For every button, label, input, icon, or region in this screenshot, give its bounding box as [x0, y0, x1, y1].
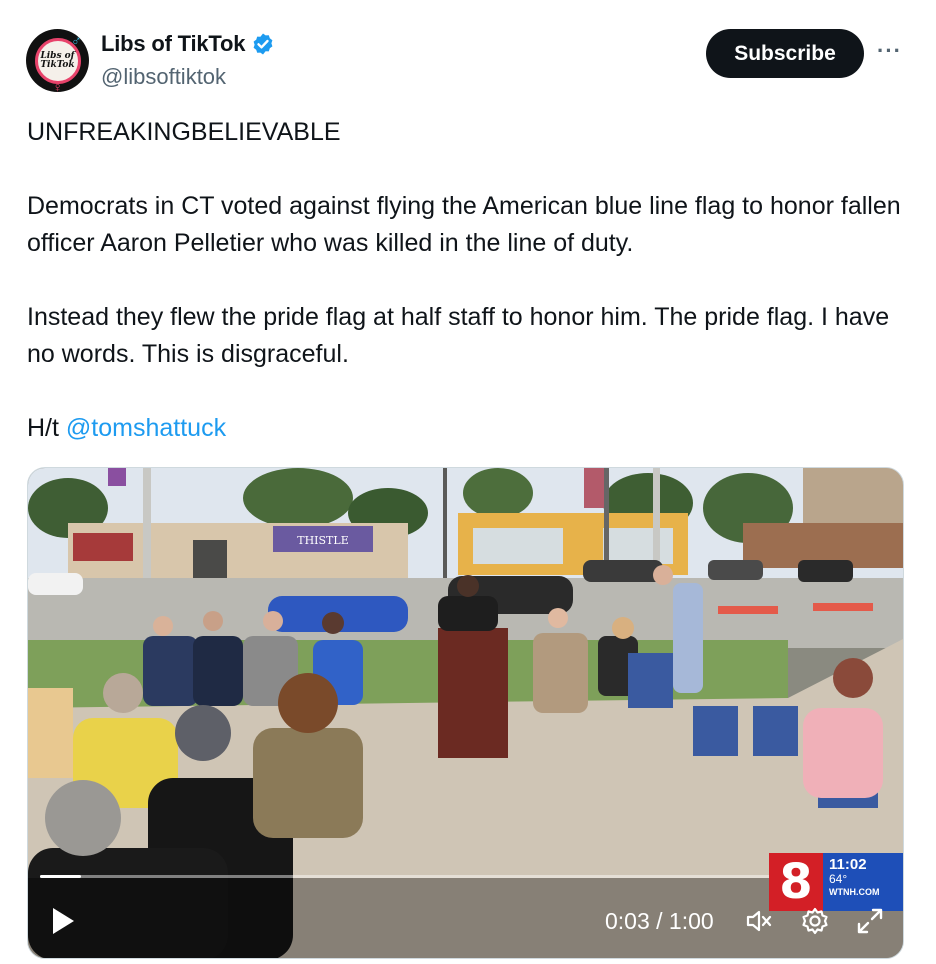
station-bug: 11:02 64° WTNH.COM — [823, 853, 903, 911]
tweet-hat-tip: H/t @tomshattuck — [27, 410, 917, 447]
station-temperature: 64° — [829, 872, 848, 886]
male-symbol-icon: ♂ — [71, 31, 82, 48]
author-display-name[interactable]: Libs of TikTok — [101, 31, 245, 57]
subscribe-button[interactable]: Subscribe — [706, 29, 864, 78]
video-progress-track[interactable] — [40, 875, 864, 878]
tweet-headline: UNFREAKINGBELIEVABLE — [27, 118, 341, 146]
author-name-row[interactable]: Libs of TikTok — [101, 31, 275, 57]
female-symbol-icon: ♀ — [52, 78, 64, 95]
gear-icon[interactable] — [800, 906, 830, 936]
station-website: WTNH.COM — [829, 887, 880, 897]
tweet-paragraph-2: Instead they flew the pride flag at half… — [27, 303, 890, 368]
avatar[interactable]: ♂ Libs of TikTok ♀ — [26, 29, 89, 95]
tweet-paragraph-1: Democrats in CT voted against flying the… — [27, 192, 901, 257]
avatar-text: Libs of TikTok — [40, 50, 75, 70]
station-logo-number: 8 — [769, 853, 823, 911]
more-options-icon[interactable]: ··· — [877, 38, 902, 64]
video-time-display: 0:03 / 1:00 — [605, 908, 714, 934]
avatar-logo: ♂ Libs of TikTok ♀ — [34, 32, 82, 95]
hat-tip-prefix: H/t — [27, 414, 66, 442]
station-time: 11:02 — [829, 856, 867, 873]
muted-speaker-icon[interactable] — [744, 906, 774, 936]
store-sign-text: THISTLE — [297, 534, 348, 547]
verified-badge-icon — [253, 33, 273, 55]
mention-link[interactable]: @tomshattuck — [66, 414, 226, 442]
video-progress-fill — [40, 875, 82, 878]
play-icon[interactable] — [50, 906, 76, 936]
tweet-text: UNFREAKINGBELIEVABLE Democrats in CT vot… — [27, 114, 917, 447]
author-handle[interactable]: @libsoftiktok — [101, 64, 226, 90]
expand-icon[interactable] — [855, 906, 885, 936]
